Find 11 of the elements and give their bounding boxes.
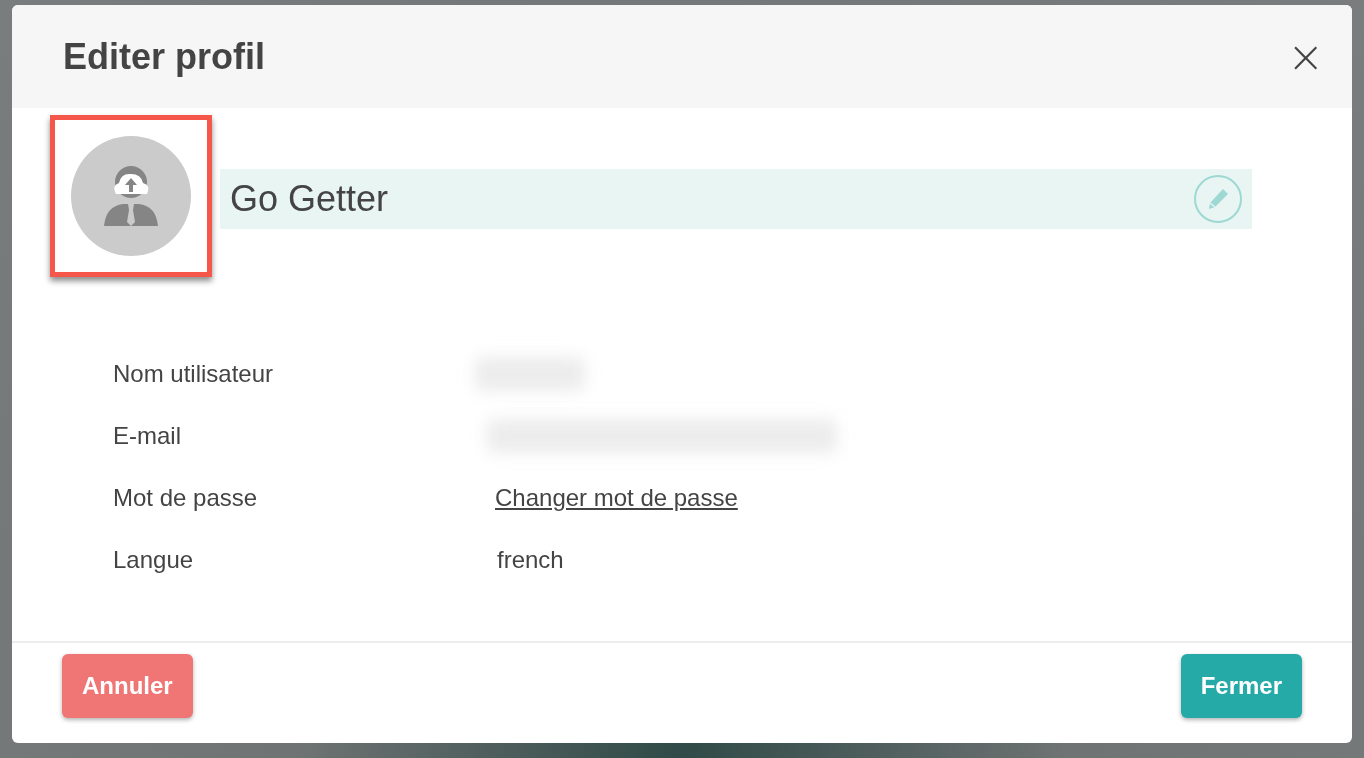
field-label: Langue — [113, 545, 195, 575]
field-label: E-mail — [113, 421, 182, 451]
avatar-upload-icon[interactable] — [71, 136, 191, 256]
close-button[interactable]: × — [1283, 34, 1328, 79]
field-value: french — [497, 546, 564, 574]
field-label: Nom utilisateur — [113, 359, 275, 389]
name-field[interactable]: Go Getter — [220, 168, 1252, 229]
field-label: Mot de passe — [113, 483, 259, 513]
name-text: Go Getter — [230, 177, 389, 220]
dialog-title: Editer profil — [63, 35, 265, 78]
change-password-link[interactable]: Changer mot de passe — [495, 484, 738, 512]
